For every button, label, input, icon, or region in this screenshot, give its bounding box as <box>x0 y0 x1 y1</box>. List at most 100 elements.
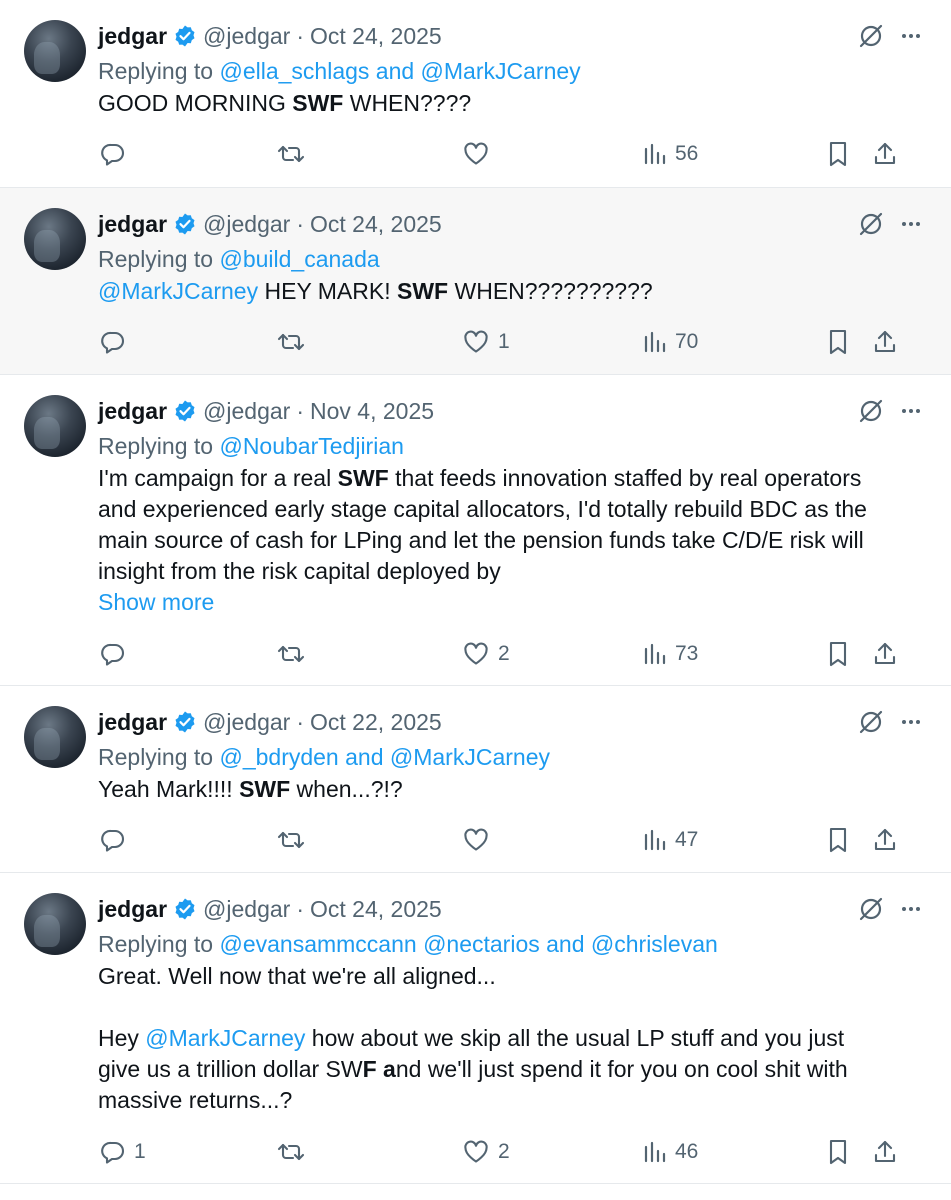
tweet-date[interactable]: Oct 24, 2025 <box>310 896 442 923</box>
replying-to-mentions[interactable]: @NoubarTedjirian <box>219 433 403 459</box>
reply-button[interactable] <box>100 822 134 858</box>
user-handle[interactable]: @jedgar <box>203 23 290 50</box>
like-button[interactable]: 2 <box>462 636 510 672</box>
replying-to-label: Replying to <box>98 931 220 957</box>
reply-button[interactable] <box>100 636 134 672</box>
user-handle[interactable]: @jedgar <box>203 398 290 425</box>
user-handle[interactable]: @jedgar <box>203 709 290 736</box>
tweet-date[interactable]: Oct 24, 2025 <box>310 23 442 50</box>
grok-icon[interactable] <box>857 397 885 425</box>
more-icon[interactable] <box>899 897 923 921</box>
share-button[interactable] <box>872 1134 898 1170</box>
bookmark-button[interactable] <box>826 1134 850 1170</box>
repost-button[interactable] <box>276 636 314 672</box>
text-segment: nd we'll just spend it for you on cool s… <box>395 1056 848 1082</box>
grok-icon[interactable] <box>857 22 885 50</box>
replying-to-mentions[interactable]: @evansammccann @nectarios and @chrisleva… <box>219 931 717 957</box>
tweet-top-actions <box>857 206 923 242</box>
tweet-date[interactable]: Oct 22, 2025 <box>310 709 442 736</box>
like-icon <box>462 1139 490 1165</box>
tweet-header: jedgar @jedgar · Oct 24, 2025 <box>98 206 923 242</box>
share-icon <box>872 826 898 854</box>
mention-link[interactable]: @MarkJCarney <box>98 278 258 304</box>
views-button[interactable]: 56 <box>643 136 698 172</box>
repost-button[interactable] <box>276 136 314 172</box>
replying-to-mentions[interactable]: @ella_schlags and @MarkJCarney <box>219 58 580 84</box>
mention-link[interactable]: @MarkJCarney <box>145 1025 305 1051</box>
show-more-link[interactable]: Show more <box>98 587 923 618</box>
display-name[interactable]: jedgar <box>98 211 167 238</box>
tweet-text-line: give us a trillion dollar SWF and we'll … <box>98 1054 923 1085</box>
share-icon <box>872 1138 898 1166</box>
user-handle[interactable]: @jedgar <box>203 896 290 923</box>
tweet[interactable]: jedgar @jedgar · Oct 22, 2025 Replying t… <box>0 686 951 873</box>
more-icon[interactable] <box>899 24 923 48</box>
grok-icon[interactable] <box>857 708 885 736</box>
repost-button[interactable] <box>276 822 314 858</box>
display-name[interactable]: jedgar <box>98 896 167 923</box>
views-button[interactable]: 73 <box>643 636 698 672</box>
tweet-date[interactable]: Nov 4, 2025 <box>310 398 434 425</box>
more-icon[interactable] <box>899 212 923 236</box>
avatar[interactable] <box>24 893 86 955</box>
avatar[interactable] <box>24 706 86 768</box>
bookmark-button[interactable] <box>826 822 850 858</box>
replying-to-label: Replying to <box>98 58 220 84</box>
views-button[interactable]: 46 <box>643 1134 698 1170</box>
like-button[interactable] <box>462 136 498 172</box>
tweet-text-line: GOOD MORNING SWF WHEN???? <box>98 88 923 119</box>
bookmark-button[interactable] <box>826 324 850 360</box>
replying-to-line: Replying to @evansammccann @nectarios an… <box>98 927 923 961</box>
tweet[interactable]: jedgar @jedgar · Oct 24, 2025 Replying t… <box>0 0 951 188</box>
tweet[interactable]: jedgar @jedgar · Oct 24, 2025 Replying t… <box>0 188 951 375</box>
share-button[interactable] <box>872 822 898 858</box>
user-handle[interactable]: @jedgar <box>203 211 290 238</box>
reply-icon <box>100 141 126 167</box>
tweet[interactable]: jedgar @jedgar · Oct 24, 2025 Replying t… <box>0 873 951 1184</box>
share-button[interactable] <box>872 636 898 672</box>
share-button[interactable] <box>872 324 898 360</box>
avatar[interactable] <box>24 20 86 82</box>
tweet-actions: 1 2 46 <box>98 1134 923 1170</box>
bookmark-button[interactable] <box>826 636 850 672</box>
display-name[interactable]: jedgar <box>98 398 167 425</box>
replying-to-label: Replying to <box>98 433 220 459</box>
text-segment: Hey <box>98 1025 146 1051</box>
replying-to-label: Replying to <box>98 744 220 770</box>
reply-button[interactable] <box>100 324 134 360</box>
repost-icon <box>276 1139 306 1165</box>
grok-icon[interactable] <box>857 210 885 238</box>
tweet-text-line: insight from the risk capital deployed b… <box>98 556 923 587</box>
views-button[interactable]: 70 <box>643 324 698 360</box>
avatar[interactable] <box>24 395 86 457</box>
replying-to-mentions[interactable]: @_bdryden and @MarkJCarney <box>219 744 550 770</box>
tweet-date[interactable]: Oct 24, 2025 <box>310 211 442 238</box>
like-button[interactable] <box>462 822 498 858</box>
replying-to-mentions[interactable]: @build_canada <box>219 246 379 272</box>
bookmark-button[interactable] <box>826 136 850 172</box>
like-button[interactable]: 1 <box>462 324 510 360</box>
text-segment: WHEN???? <box>343 90 472 116</box>
avatar[interactable] <box>24 208 86 270</box>
tweet-text-line: Hey @MarkJCarney how about we skip all t… <box>98 1023 923 1054</box>
repost-button[interactable] <box>276 324 314 360</box>
display-name[interactable]: jedgar <box>98 709 167 736</box>
separator-dot: · <box>296 397 304 424</box>
share-button[interactable] <box>872 136 898 172</box>
more-icon[interactable] <box>899 710 923 734</box>
tweet-text-line: main source of cash for LPing and let th… <box>98 525 923 556</box>
display-name[interactable]: jedgar <box>98 23 167 50</box>
share-icon <box>872 640 898 668</box>
reply-button[interactable]: 1 <box>100 1134 146 1170</box>
like-button[interactable]: 2 <box>462 1134 510 1170</box>
reply-button[interactable] <box>100 136 134 172</box>
tweet-content: jedgar @jedgar · Oct 24, 2025 Replying t… <box>98 891 923 1116</box>
grok-icon[interactable] <box>857 895 885 923</box>
views-button[interactable]: 47 <box>643 822 698 858</box>
repost-button[interactable] <box>276 1134 314 1170</box>
reply-feed: jedgar @jedgar · Oct 24, 2025 Replying t… <box>0 0 951 1184</box>
tweet-text-line: Yeah Mark!!!! SWF when...?!? <box>98 774 923 805</box>
more-icon[interactable] <box>899 399 923 423</box>
verified-badge-icon <box>173 24 197 48</box>
tweet[interactable]: jedgar @jedgar · Nov 4, 2025 Replying to… <box>0 375 951 686</box>
